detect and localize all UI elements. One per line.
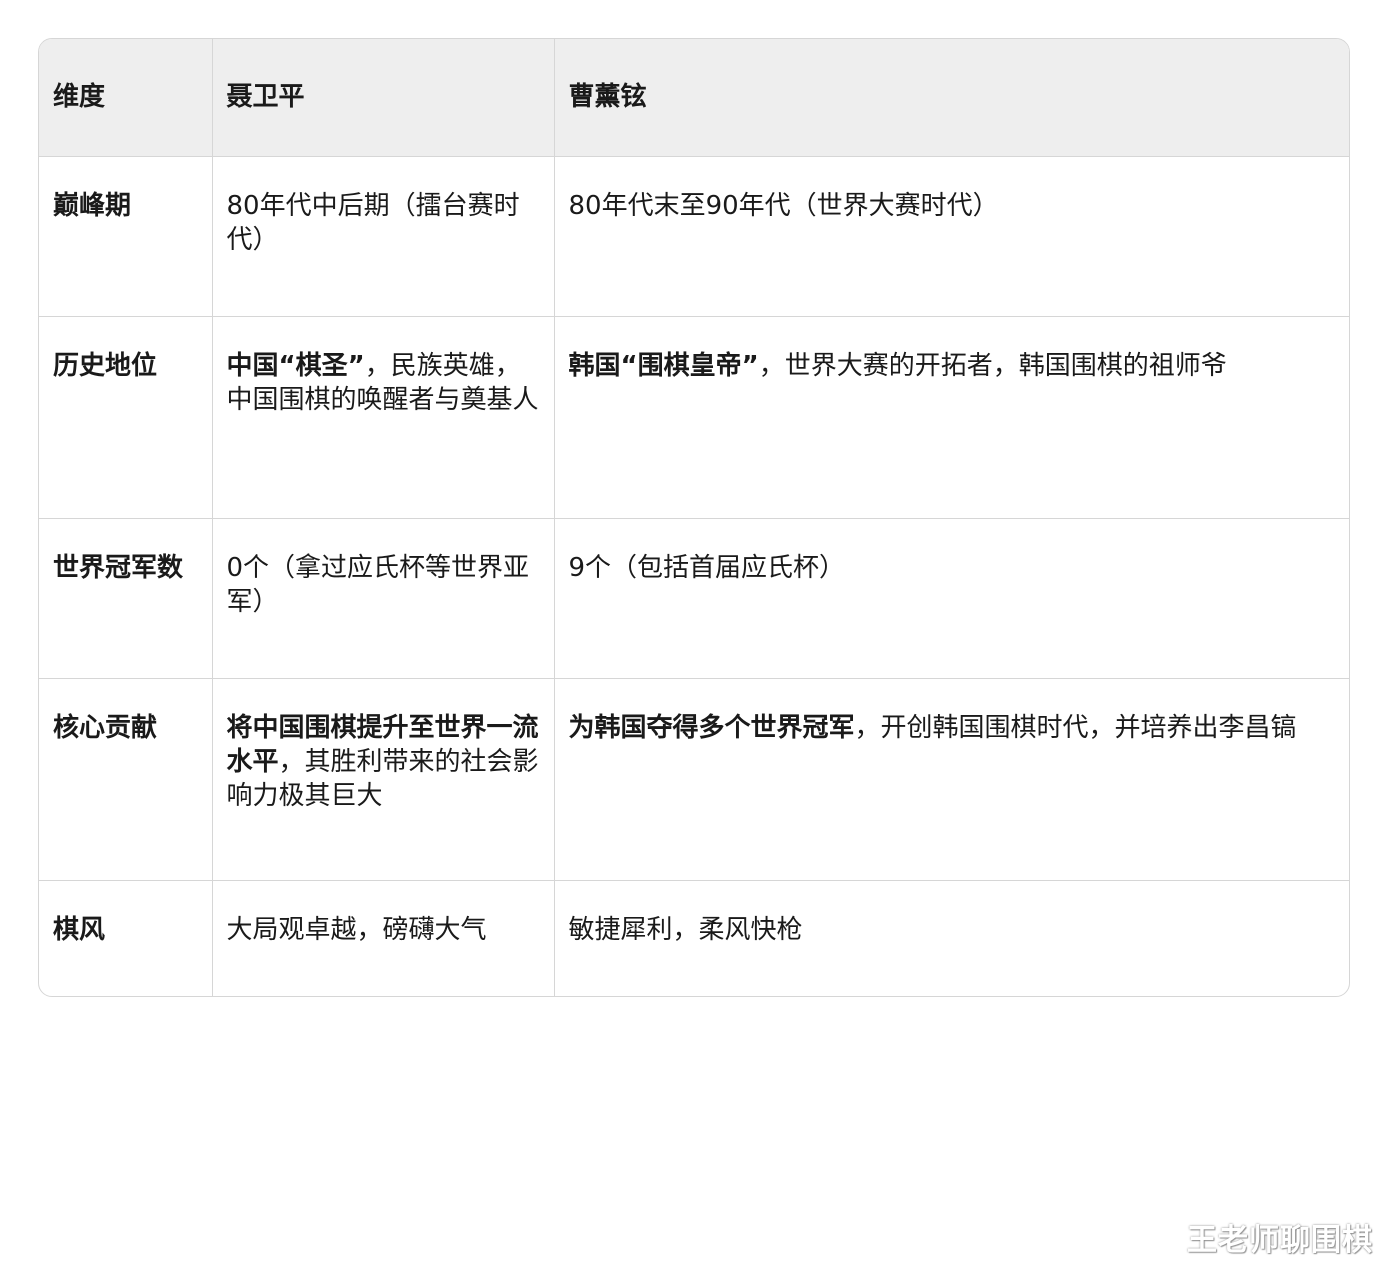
- nie-cell-text: 大局观卓越，磅礴大气: [226, 914, 487, 945]
- row-label: 巅峰期: [39, 156, 213, 317]
- table-row-peak-period: 巅峰期 80年代中后期（擂台赛时代） 80年代末至90年代（世界大赛时代）: [39, 156, 1349, 317]
- table-header-row: 维度 聂卫平 曹薰铉: [39, 39, 1349, 157]
- comparison-table-container: 维度 聂卫平 曹薰铉 巅峰期 80年代中后期（擂台赛时代） 80年代末至90年代…: [38, 38, 1350, 997]
- cho-cell-bold: 韩国“围棋皇帝”: [568, 350, 759, 381]
- comparison-table: 维度 聂卫平 曹薰铉 巅峰期 80年代中后期（擂台赛时代） 80年代末至90年代…: [39, 39, 1349, 996]
- cho-cell-bold: 为韩国夺得多个世界冠军: [568, 712, 855, 743]
- row-label: 核心贡献: [39, 678, 213, 881]
- nie-cell: 将中国围棋提升至世界一流水平，其胜利带来的社会影响力极其巨大: [212, 678, 555, 881]
- header-cho-hunhyun: 曹薰铉: [554, 39, 1349, 157]
- cho-cell-text: 敏捷犀利，柔风快枪: [568, 914, 803, 945]
- cho-cell: 敏捷犀利，柔风快枪: [554, 880, 1349, 996]
- nie-cell-text: 80年代中后期（擂台赛时代）: [226, 190, 520, 255]
- table-row-historical-status: 历史地位 中国“棋圣”，民族英雄，中国围棋的唤醒者与奠基人 韩国“围棋皇帝”，世…: [39, 316, 1349, 519]
- nie-cell: 大局观卓越，磅礴大气: [212, 880, 555, 996]
- cho-cell: 韩国“围棋皇帝”，世界大赛的开拓者，韩国围棋的祖师爷: [554, 316, 1349, 519]
- nie-cell: 中国“棋圣”，民族英雄，中国围棋的唤醒者与奠基人: [212, 316, 555, 519]
- table-row-world-titles: 世界冠军数 0个（拿过应氏杯等世界亚军） 9个（包括首届应氏杯）: [39, 518, 1349, 679]
- cho-cell: 9个（包括首届应氏杯）: [554, 518, 1349, 679]
- row-label: 棋风: [39, 880, 213, 996]
- table-row-core-contribution: 核心贡献 将中国围棋提升至世界一流水平，其胜利带来的社会影响力极其巨大 为韩国夺…: [39, 678, 1349, 881]
- nie-cell: 0个（拿过应氏杯等世界亚军）: [212, 518, 555, 679]
- cho-cell-text: 80年代末至90年代（世界大赛时代）: [568, 190, 999, 221]
- nie-cell: 80年代中后期（擂台赛时代）: [212, 156, 555, 317]
- watermark-text: 王老师聊围棋: [1187, 1223, 1373, 1258]
- header-dimension: 维度: [39, 39, 213, 157]
- cho-cell-text: 9个（包括首届应氏杯）: [568, 552, 846, 583]
- nie-cell-bold: 中国“棋圣”: [226, 350, 365, 381]
- header-nie-weiping: 聂卫平: [212, 39, 555, 157]
- cho-cell: 为韩国夺得多个世界冠军，开创韩国围棋时代，并培养出李昌镐: [554, 678, 1349, 881]
- row-label: 世界冠军数: [39, 518, 213, 679]
- table-row-playing-style: 棋风 大局观卓越，磅礴大气 敏捷犀利，柔风快枪: [39, 880, 1349, 996]
- cho-cell-text: ，世界大赛的开拓者，韩国围棋的祖师爷: [758, 350, 1227, 381]
- row-label: 历史地位: [39, 316, 213, 519]
- cho-cell-text: ，开创韩国围棋时代，并培养出李昌镐: [854, 712, 1297, 743]
- nie-cell-text: 0个（拿过应氏杯等世界亚军）: [226, 552, 530, 617]
- cho-cell: 80年代末至90年代（世界大赛时代）: [554, 156, 1349, 317]
